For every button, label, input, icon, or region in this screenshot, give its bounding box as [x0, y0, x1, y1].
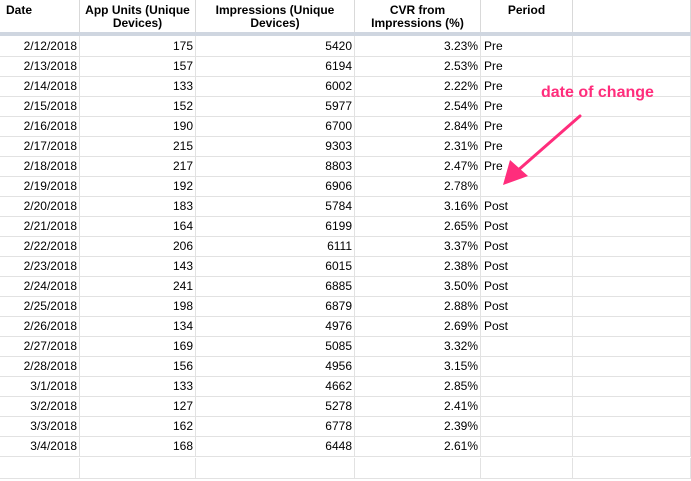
spreadsheet: Date App Units (Unique Devices) Impressi…	[0, 0, 691, 481]
annotation-arrow-icon	[503, 114, 582, 185]
